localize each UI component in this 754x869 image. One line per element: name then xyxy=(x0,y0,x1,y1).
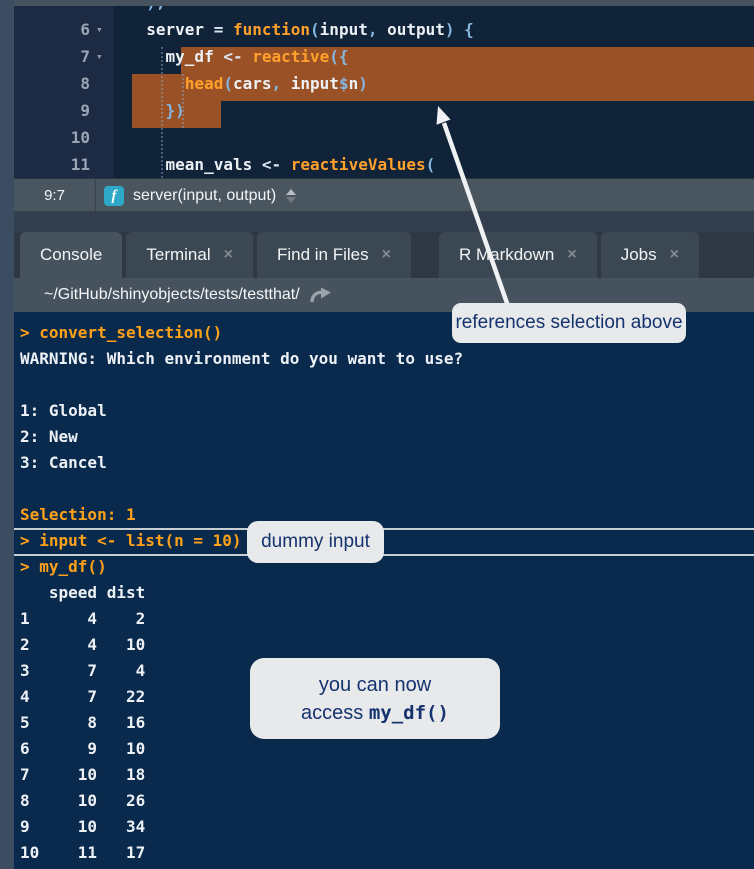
mydf-code-text: my_df() xyxy=(369,702,449,724)
line-number: 10 xyxy=(14,124,90,151)
highlight-line-top xyxy=(14,528,754,530)
line-number: 7 xyxy=(14,43,90,70)
tab-label: Jobs xyxy=(621,245,657,265)
line-number: 6 xyxy=(14,16,90,43)
working-directory-path[interactable]: ~/GitHub/shinyobjects/tests/testthat/ xyxy=(44,286,300,304)
go-to-directory-icon[interactable] xyxy=(308,285,334,305)
pane-divider-band xyxy=(14,211,754,232)
callout-references-selection: references selection above xyxy=(452,303,686,343)
code-line[interactable]: 8 head(cars, input$n) xyxy=(14,70,754,97)
fold-arrow-icon[interactable]: ▾ xyxy=(96,43,116,70)
line-number: 9 xyxy=(14,97,90,124)
chevron-up-icon xyxy=(286,189,296,195)
tab-r-markdown[interactable]: R Markdown × xyxy=(439,232,597,278)
function-scope-label[interactable]: server(input, output) xyxy=(133,187,276,205)
code-line[interactable]: 7▾ my_df <- reactive({ xyxy=(14,43,754,70)
tab-find-in-files[interactable]: Find in Files × xyxy=(257,232,411,278)
callout-access-mydf: you can now access my_df() xyxy=(250,658,500,739)
tab-label: Terminal xyxy=(146,245,210,265)
highlight-line-bottom xyxy=(14,554,754,556)
tab-label: Find in Files xyxy=(277,245,369,265)
code-text: head(cars, input$n) xyxy=(127,70,368,97)
line-number: 8 xyxy=(14,70,90,97)
code-text: }) xyxy=(127,97,185,124)
source-editor-pane[interactable]: ),6▾ server = function(input, output) {7… xyxy=(14,6,754,178)
callout-text: references selection above xyxy=(455,312,682,334)
code-text: ), xyxy=(127,6,166,16)
code-line[interactable]: 9 }) xyxy=(14,97,754,124)
tab-jobs[interactable]: Jobs × xyxy=(601,232,699,278)
close-icon[interactable]: × xyxy=(224,246,233,264)
tab-console[interactable]: Console xyxy=(20,232,122,278)
fold-arrow-icon[interactable]: ▾ xyxy=(96,16,116,43)
close-icon[interactable]: × xyxy=(567,246,576,264)
console-text: > convert_selection() WARNING: Which env… xyxy=(20,320,463,866)
code-text: my_df <- reactive({ xyxy=(127,43,349,70)
callout-text: you can now xyxy=(319,671,431,699)
code-text: server = function(input, output) { xyxy=(127,16,474,43)
callout-dummy-input: dummy input xyxy=(247,521,384,563)
console-tab-bar: ConsoleTerminal×Find in Files×R Markdown… xyxy=(14,232,754,278)
line-number: 11 xyxy=(14,151,90,178)
status-separator xyxy=(95,179,96,212)
code-line[interactable]: 10 xyxy=(14,124,754,151)
editor-status-bar: 9:7 f server(input, output) xyxy=(14,178,754,212)
callout-text: access my_df() xyxy=(301,699,449,727)
code-line[interactable]: ), xyxy=(14,6,754,16)
close-icon[interactable]: × xyxy=(382,246,391,264)
function-icon: f xyxy=(104,186,124,206)
tab-terminal[interactable]: Terminal × xyxy=(126,232,253,278)
close-icon[interactable]: × xyxy=(670,246,679,264)
callout-text: dummy input xyxy=(261,531,370,553)
chevron-down-icon xyxy=(286,197,296,203)
code-line[interactable]: 11 mean_vals <- reactiveValues( xyxy=(14,151,754,178)
tab-label: R Markdown xyxy=(459,245,554,265)
code-text: mean_vals <- reactiveValues( xyxy=(127,151,435,178)
cursor-position[interactable]: 9:7 xyxy=(14,187,95,204)
console-output-pane[interactable]: > convert_selection() WARNING: Which env… xyxy=(14,312,754,869)
scope-navigator-spinner[interactable] xyxy=(286,189,296,203)
code-line[interactable]: 6▾ server = function(input, output) { xyxy=(14,16,754,43)
tab-label: Console xyxy=(40,245,102,265)
